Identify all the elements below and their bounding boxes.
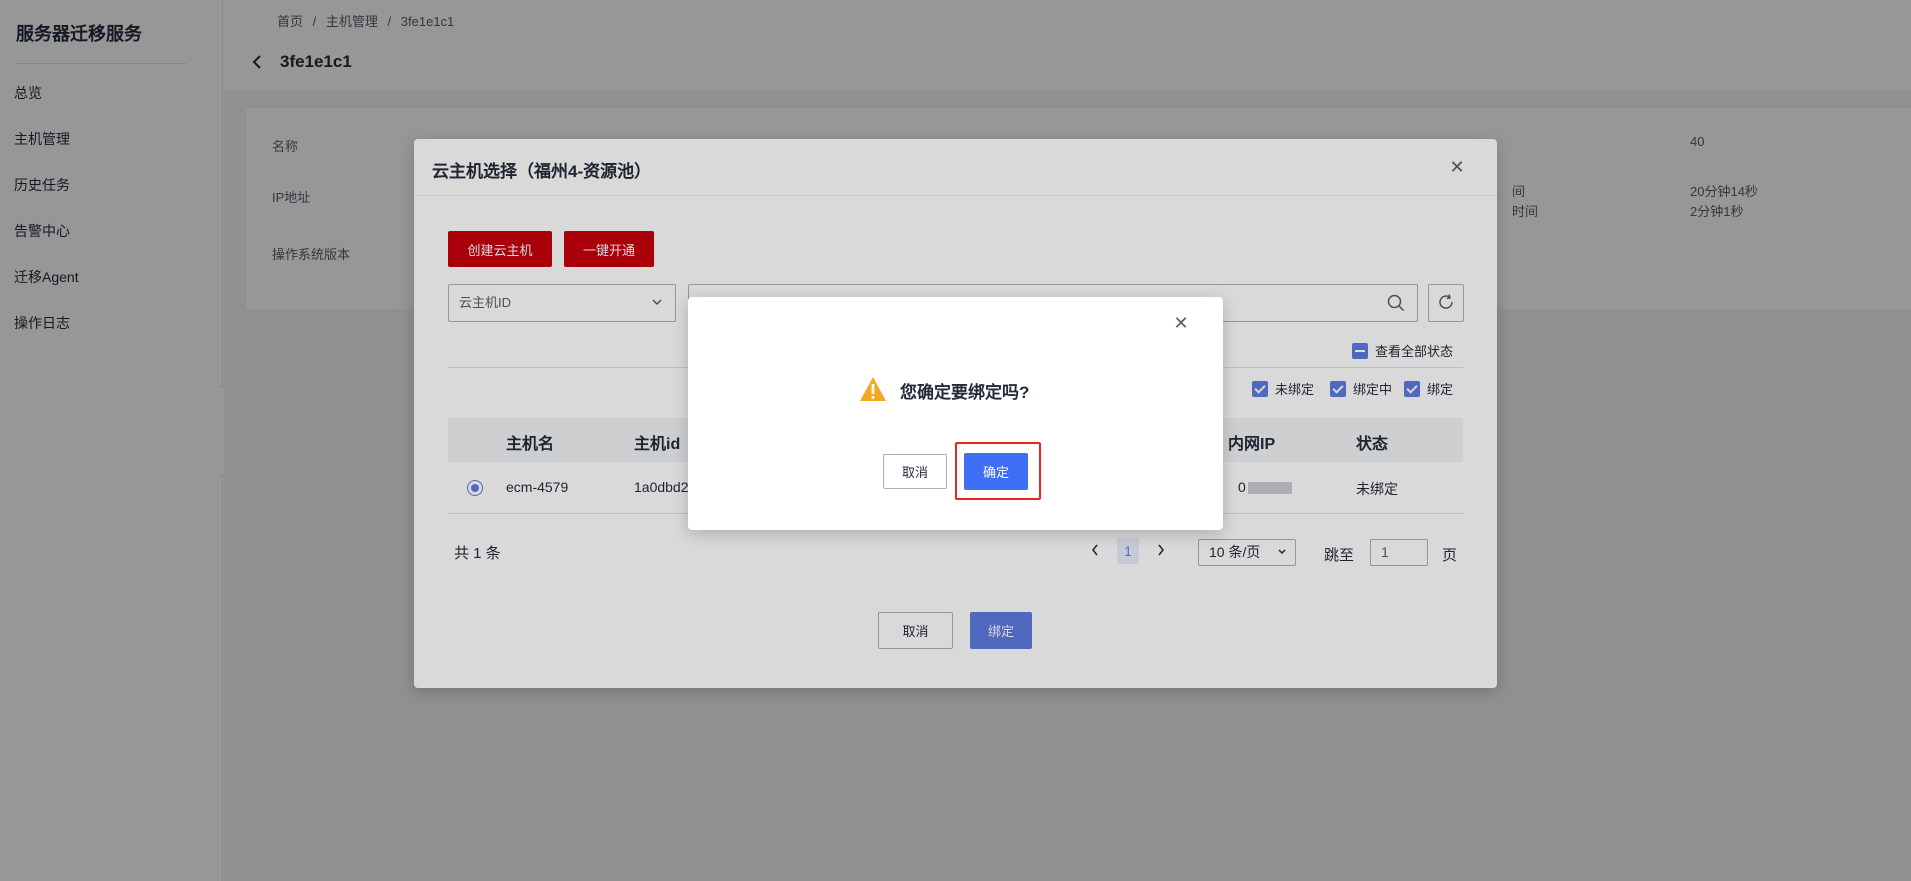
confirm-dialog: ✕ 您确定要绑定吗? 取消 确定: [688, 297, 1223, 530]
confirm-message: 您确定要绑定吗?: [900, 383, 1030, 402]
confirm-cancel-button[interactable]: 取消: [883, 454, 947, 489]
confirm-message-row: 您确定要绑定吗?: [858, 375, 1029, 406]
warning-icon: [858, 375, 888, 406]
close-icon[interactable]: ✕: [1171, 313, 1191, 333]
highlight-box: [955, 442, 1041, 500]
